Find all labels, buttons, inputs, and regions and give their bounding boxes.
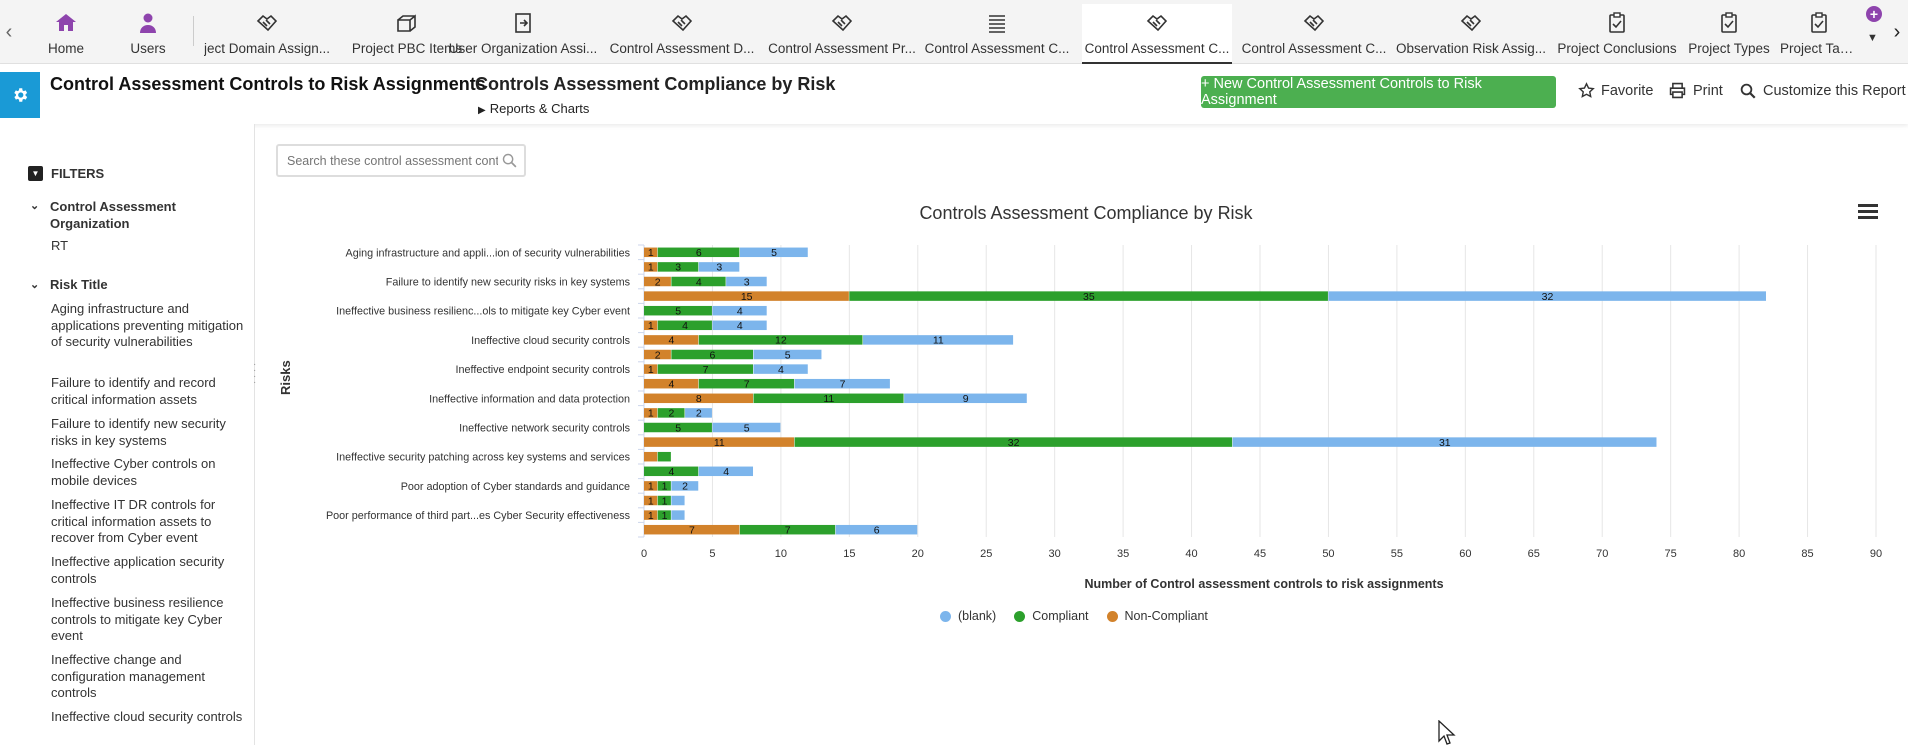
data-label: 4 — [668, 379, 674, 391]
legend-dot-icon — [1106, 610, 1118, 622]
data-label: 4 — [668, 466, 674, 478]
x-tick-label: 60 — [1459, 548, 1471, 560]
legend-item[interactable]: Non-Compliant — [1106, 609, 1208, 623]
data-label: 1 — [648, 495, 654, 507]
x-tick-label: 5 — [709, 548, 715, 560]
data-label: 12 — [775, 335, 787, 347]
x-tick-label: 90 — [1870, 548, 1882, 560]
y-category-label: Poor performance of third part...es Cybe… — [326, 510, 631, 522]
legend-label: (blank) — [958, 609, 997, 623]
x-tick-label: 35 — [1117, 548, 1129, 560]
data-label: 1 — [648, 247, 654, 259]
data-label: 1 — [648, 262, 654, 274]
data-label: 4 — [696, 276, 702, 288]
data-label: 4 — [668, 335, 674, 347]
legend-dot-icon — [1014, 610, 1026, 622]
data-label: 6 — [874, 525, 880, 537]
data-label: 11 — [714, 437, 725, 449]
x-tick-label: 85 — [1801, 548, 1813, 560]
data-label: 5 — [675, 422, 681, 434]
data-label: 4 — [737, 306, 743, 318]
y-axis-title: Risks — [278, 360, 293, 395]
data-label: 4 — [737, 320, 743, 332]
legend-dot-icon — [940, 610, 951, 622]
x-tick-label: 0 — [641, 548, 647, 560]
data-label: 1 — [648, 320, 654, 332]
legend-item[interactable]: Compliant — [1014, 609, 1089, 623]
x-axis-title: Number of Control assessment controls to… — [1084, 577, 1444, 591]
data-label: 2 — [655, 349, 661, 361]
legend-item[interactable]: (blank) — [940, 609, 996, 623]
data-label: 5 — [744, 422, 750, 434]
y-category-label: Ineffective endpoint security controls — [456, 364, 631, 376]
data-label: 1 — [648, 510, 654, 522]
data-label: 4 — [778, 364, 784, 376]
y-category-label: Ineffective security patching across key… — [336, 452, 630, 464]
data-label: 1 — [648, 364, 654, 376]
y-category-label: Ineffective business resilienc...ols to … — [336, 306, 630, 318]
chart-legend: (blank) Compliant Non-Compliant — [940, 609, 1208, 623]
data-label: 35 — [1083, 291, 1095, 303]
data-label: 1 — [648, 481, 654, 493]
legend-label: Compliant — [1032, 609, 1089, 623]
data-label: 32 — [1542, 291, 1554, 303]
data-label: 4 — [723, 466, 729, 478]
x-tick-label: 45 — [1254, 548, 1266, 560]
data-label: 5 — [675, 306, 681, 318]
bar-blank — [671, 510, 685, 520]
data-label: 4 — [682, 320, 688, 332]
data-label: 2 — [668, 408, 674, 420]
x-tick-label: 75 — [1665, 548, 1677, 560]
x-tick-label: 15 — [843, 548, 855, 560]
data-label: 2 — [696, 408, 702, 420]
data-label: 7 — [689, 525, 695, 537]
y-category-label: Failure to identify new security risks i… — [386, 277, 631, 289]
data-label: 1 — [662, 495, 668, 507]
x-tick-label: 25 — [980, 548, 992, 560]
x-tick-label: 20 — [912, 548, 924, 560]
y-category-label: Ineffective cloud security controls — [471, 335, 630, 347]
data-label: 6 — [710, 349, 716, 361]
data-label: 5 — [771, 247, 777, 259]
mouse-cursor-icon — [1438, 720, 1456, 745]
data-label: 7 — [744, 379, 750, 391]
data-label: 1 — [662, 481, 668, 493]
y-category-label: Poor adoption of Cyber standards and gui… — [401, 481, 630, 493]
data-label: 31 — [1439, 437, 1451, 449]
y-category-label: Aging infrastructure and appli...ion of … — [346, 247, 631, 259]
bar-compliant — [657, 451, 671, 462]
bar-non_compliant — [644, 451, 658, 462]
data-label: 7 — [840, 379, 846, 391]
y-category-label: Ineffective information and data protect… — [429, 393, 630, 405]
x-tick-label: 80 — [1733, 548, 1745, 560]
y-category-label: Ineffective network security controls — [459, 423, 630, 435]
data-label: 8 — [696, 393, 702, 405]
x-tick-label: 10 — [775, 548, 787, 560]
x-tick-label: 40 — [1185, 548, 1197, 560]
data-label: 3 — [744, 276, 750, 288]
bar-blank — [671, 495, 685, 506]
data-label: 32 — [1008, 437, 1020, 449]
data-label: 9 — [963, 393, 969, 405]
data-label: 2 — [682, 481, 688, 493]
data-label: 7 — [703, 364, 709, 376]
x-tick-label: 65 — [1528, 548, 1540, 560]
data-label: 3 — [716, 262, 722, 274]
data-label: 11 — [823, 393, 834, 405]
x-tick-label: 30 — [1049, 548, 1061, 560]
data-label: 5 — [785, 349, 791, 361]
data-label: 6 — [696, 247, 702, 259]
data-label: 3 — [675, 262, 681, 274]
data-label: 11 — [933, 335, 944, 347]
data-label: 7 — [785, 525, 791, 537]
data-label: 15 — [741, 291, 753, 303]
x-tick-label: 70 — [1596, 548, 1608, 560]
data-label: 1 — [648, 408, 654, 420]
data-label: 2 — [655, 276, 661, 288]
x-tick-label: 50 — [1322, 548, 1334, 560]
x-tick-label: 55 — [1391, 548, 1403, 560]
data-label: 1 — [662, 510, 668, 522]
legend-label: Non-Compliant — [1124, 609, 1208, 623]
